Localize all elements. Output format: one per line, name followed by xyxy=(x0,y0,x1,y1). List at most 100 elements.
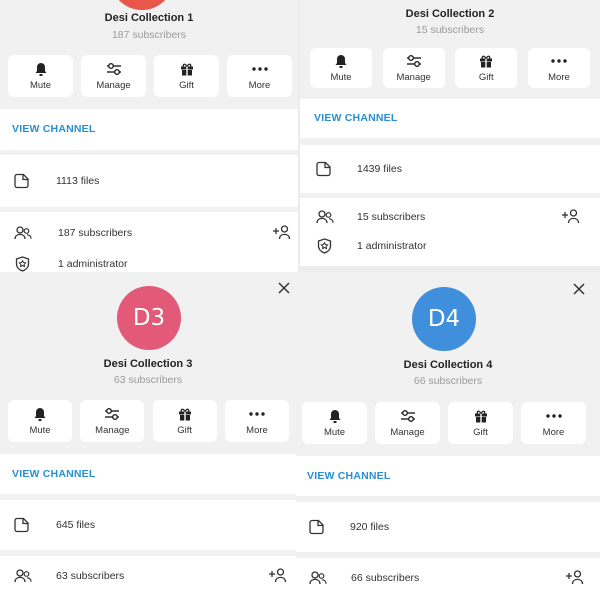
view-channel-card: VIEW CHANNEL xyxy=(296,456,600,496)
manage-button[interactable]: Manage xyxy=(80,400,145,442)
mute-label: Mute xyxy=(330,72,352,83)
channel-avatar: D4 xyxy=(412,287,476,351)
sliders-icon xyxy=(406,53,422,69)
close-icon[interactable] xyxy=(275,279,293,297)
files-count: 1439 files xyxy=(357,163,402,175)
people-icon xyxy=(316,210,334,224)
bell-icon xyxy=(34,61,48,77)
channel-avatar xyxy=(110,0,174,10)
manage-label: Manage xyxy=(390,427,425,438)
subscribers-row[interactable]: 63 subscribers xyxy=(14,569,124,583)
administrators-count: 1 administrator xyxy=(357,240,427,252)
subscribers-count: 66 subscribers xyxy=(351,572,420,584)
files-card: 645 files xyxy=(0,500,296,550)
add-person-icon[interactable] xyxy=(561,209,580,224)
people-icon xyxy=(309,571,327,585)
mute-button[interactable]: Mute xyxy=(8,400,72,442)
channel-subscriber-count: 187 subscribers xyxy=(111,29,187,41)
more-dots-icon xyxy=(545,408,562,424)
view-channel-link[interactable]: VIEW CHANNEL xyxy=(12,468,95,480)
file-icon xyxy=(316,161,332,177)
more-label: More xyxy=(542,427,565,438)
people-icon xyxy=(14,226,32,240)
more-button[interactable]: More xyxy=(521,402,586,444)
close-icon[interactable] xyxy=(570,280,588,298)
administrators-row[interactable]: 1 administrator xyxy=(317,238,426,254)
mute-label: Mute xyxy=(29,80,52,91)
gift-icon xyxy=(178,406,192,422)
channel-info-panel-2: Desi Collection 2 15 subscribers Mute Ma… xyxy=(300,0,600,266)
manage-label: Manage xyxy=(396,72,431,83)
files-row[interactable]: 1439 files xyxy=(316,161,402,177)
gift-label: Gift xyxy=(179,80,194,91)
subscribers-row[interactable]: 66 subscribers xyxy=(309,571,419,585)
view-channel-link[interactable]: VIEW CHANNEL xyxy=(307,470,390,482)
mute-button[interactable]: Mute xyxy=(302,402,367,444)
gift-label: Gift xyxy=(473,427,488,438)
gift-button[interactable]: Gift xyxy=(455,48,518,88)
channel-info-panel-1: Desi Collection 1 187 subscribers Mute M… xyxy=(0,0,298,272)
more-button[interactable]: More xyxy=(224,400,289,442)
subscribers-row[interactable]: 15 subscribers xyxy=(316,210,425,224)
sliders-icon xyxy=(400,408,416,424)
channel-name: Desi Collection 3 xyxy=(103,358,193,370)
file-icon xyxy=(309,519,325,535)
manage-button[interactable]: Manage xyxy=(375,402,440,444)
people-icon xyxy=(14,569,32,583)
gift-label: Gift xyxy=(478,72,494,83)
more-label: More xyxy=(248,80,271,91)
mute-label: Mute xyxy=(323,427,346,438)
file-icon xyxy=(14,517,30,533)
gift-button[interactable]: Gift xyxy=(448,402,513,444)
bell-icon xyxy=(33,406,47,422)
channel-name: Desi Collection 4 xyxy=(403,359,493,371)
view-channel-card: VIEW CHANNEL xyxy=(0,109,298,150)
channel-subscriber-count: 15 subscribers xyxy=(415,24,485,36)
administrators-row[interactable]: 1 administrator xyxy=(15,256,127,272)
more-dots-icon xyxy=(551,53,567,69)
administrators-count: 1 administrator xyxy=(58,258,128,270)
subscribers-count: 15 subscribers xyxy=(357,211,426,223)
subscribers-count: 187 subscribers xyxy=(58,227,133,239)
channel-name: Desi Collection 1 xyxy=(104,12,194,24)
view-channel-card: VIEW CHANNEL xyxy=(0,454,296,494)
members-card: 66 subscribers xyxy=(296,558,600,600)
channel-subscriber-count: 63 subscribers xyxy=(113,374,183,386)
channel-info-panel-4: D4 Desi Collection 4 66 subscribers Mute… xyxy=(296,272,600,600)
files-row[interactable]: 645 files xyxy=(14,517,95,533)
channel-name: Desi Collection 2 xyxy=(405,8,495,20)
files-card: 1113 files xyxy=(0,155,298,207)
gift-button[interactable]: Gift xyxy=(152,400,217,442)
bell-icon xyxy=(328,408,342,424)
add-person-icon[interactable] xyxy=(268,568,287,583)
add-person-icon[interactable] xyxy=(272,225,291,240)
subscribers-count: 63 subscribers xyxy=(56,570,125,582)
manage-label: Manage xyxy=(95,425,130,436)
view-channel-link[interactable]: VIEW CHANNEL xyxy=(314,112,397,124)
add-person-icon[interactable] xyxy=(565,570,584,585)
mute-button[interactable]: Mute xyxy=(8,55,73,97)
members-card: 63 subscribers xyxy=(0,556,296,600)
more-button[interactable]: More xyxy=(527,48,590,88)
files-row[interactable]: 1113 files xyxy=(14,173,99,189)
sliders-icon xyxy=(106,61,122,77)
shield-star-icon xyxy=(15,256,30,272)
shield-star-icon xyxy=(317,238,332,254)
manage-button[interactable]: Manage xyxy=(81,55,146,97)
view-channel-card: VIEW CHANNEL xyxy=(300,99,600,138)
view-channel-link[interactable]: VIEW CHANNEL xyxy=(12,123,95,135)
gift-button[interactable]: Gift xyxy=(154,55,219,97)
gift-icon xyxy=(180,61,194,77)
manage-button[interactable]: Manage xyxy=(382,48,445,88)
subscribers-row[interactable]: 187 subscribers xyxy=(14,226,132,240)
bell-icon xyxy=(334,53,348,69)
mute-button[interactable]: Mute xyxy=(310,48,372,88)
more-button[interactable]: More xyxy=(227,55,292,97)
files-count: 920 files xyxy=(350,521,390,533)
mute-label: Mute xyxy=(29,425,51,436)
manage-label: Manage xyxy=(96,80,131,91)
files-row[interactable]: 920 files xyxy=(309,519,389,535)
file-icon xyxy=(14,173,30,189)
files-card: 920 files xyxy=(296,502,600,552)
gift-label: Gift xyxy=(177,425,193,436)
